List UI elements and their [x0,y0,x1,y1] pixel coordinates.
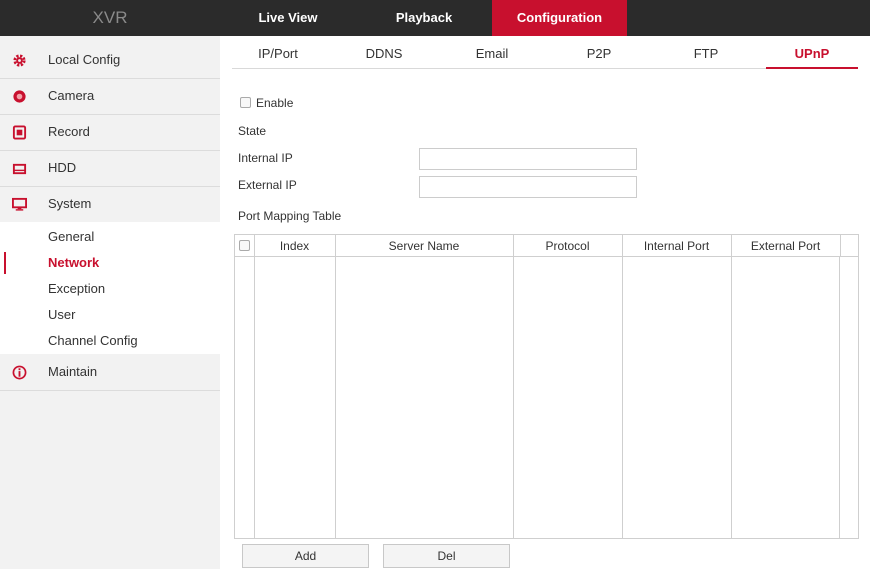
sidebar-subitem-channel-config[interactable]: Channel Config [0,328,220,354]
sidebar-item-label: System [48,196,92,211]
sidebar-item-local-config[interactable]: Local Config [0,42,220,79]
active-tab-indicator [766,67,858,69]
sidebar-subitem-general[interactable]: General [0,224,220,250]
tab-email[interactable]: Email [446,40,538,68]
column-divider [840,235,841,257]
column-divider [254,235,255,538]
hdd-icon [12,161,27,176]
tab-ddns[interactable]: DDNS [338,40,430,68]
tab-p2p[interactable]: P2P [553,40,645,68]
sidebar-subitem-exception[interactable]: Exception [0,276,220,302]
subitem-label: Exception [48,281,106,296]
enable-label: Enable [256,96,294,110]
column-header-protocol: Protocol [545,239,590,253]
camera-icon [12,89,27,104]
sidebar-item-maintain[interactable]: Maintain [0,354,220,391]
subitem-label: User [48,307,76,322]
sidebar-item-camera[interactable]: Camera [0,78,220,115]
sidebar-item-label: Local Config [48,52,121,67]
nav-configuration[interactable]: Configuration [492,0,627,36]
external-ip-label: External IP [238,178,297,192]
column-header-server-name: Server Name [388,239,460,253]
scrollbar-track[interactable] [839,257,840,538]
enable-checkbox[interactable] [240,97,251,108]
sidebar-subitem-user[interactable]: User [0,302,220,328]
subitem-label: General [48,229,95,244]
table-header: Index Server Name Protocol Internal Port… [235,235,858,257]
port-mapping-table-title: Port Mapping Table [238,209,342,223]
gear-icon [12,53,27,68]
record-icon [12,125,27,140]
column-divider [513,235,514,538]
nav-playback[interactable]: Playback [356,0,492,36]
column-header-index: Index [279,239,310,253]
column-divider [335,235,336,538]
state-label: State [238,124,267,138]
column-divider [731,235,732,538]
top-bar: XVR Live View Playback Configuration [0,0,870,36]
brand-logo: XVR [92,8,128,27]
nav-live-view[interactable]: Live View [220,0,356,36]
sidebar-item-label: Maintain [48,364,98,379]
sidebar-item-system[interactable]: System [0,186,220,223]
info-icon [12,365,27,380]
external-ip-input[interactable] [419,176,637,198]
sidebar-item-label: Record [48,124,90,139]
subitem-label: Network [48,255,100,270]
sidebar-item-record[interactable]: Record [0,114,220,151]
internal-ip-input[interactable] [419,148,637,170]
tab-ftp[interactable]: FTP [660,40,752,68]
tab-ip-port[interactable]: IP/Port [232,40,324,68]
tab-upnp[interactable]: UPnP [766,40,858,68]
add-button[interactable]: Add [242,544,369,568]
sidebar-item-label: Camera [48,88,95,103]
internal-ip-label: Internal IP [238,151,293,165]
monitor-icon [12,197,27,212]
column-divider [622,235,623,538]
column-header-internal-port: Internal Port [643,239,710,253]
del-button[interactable]: Del [383,544,510,568]
sidebar-item-label: HDD [48,160,77,175]
subitem-label: Channel Config [48,333,138,348]
select-all-checkbox[interactable] [239,240,250,251]
sidebar-item-hdd[interactable]: HDD [0,150,220,187]
sidebar: Local Config Camera Record HDD System Ge… [0,36,220,569]
column-header-external-port: External Port [750,239,821,253]
tab-divider [232,68,858,69]
sidebar-subitem-network[interactable]: Network [0,250,220,276]
port-mapping-table: Index Server Name Protocol Internal Port… [234,234,859,539]
